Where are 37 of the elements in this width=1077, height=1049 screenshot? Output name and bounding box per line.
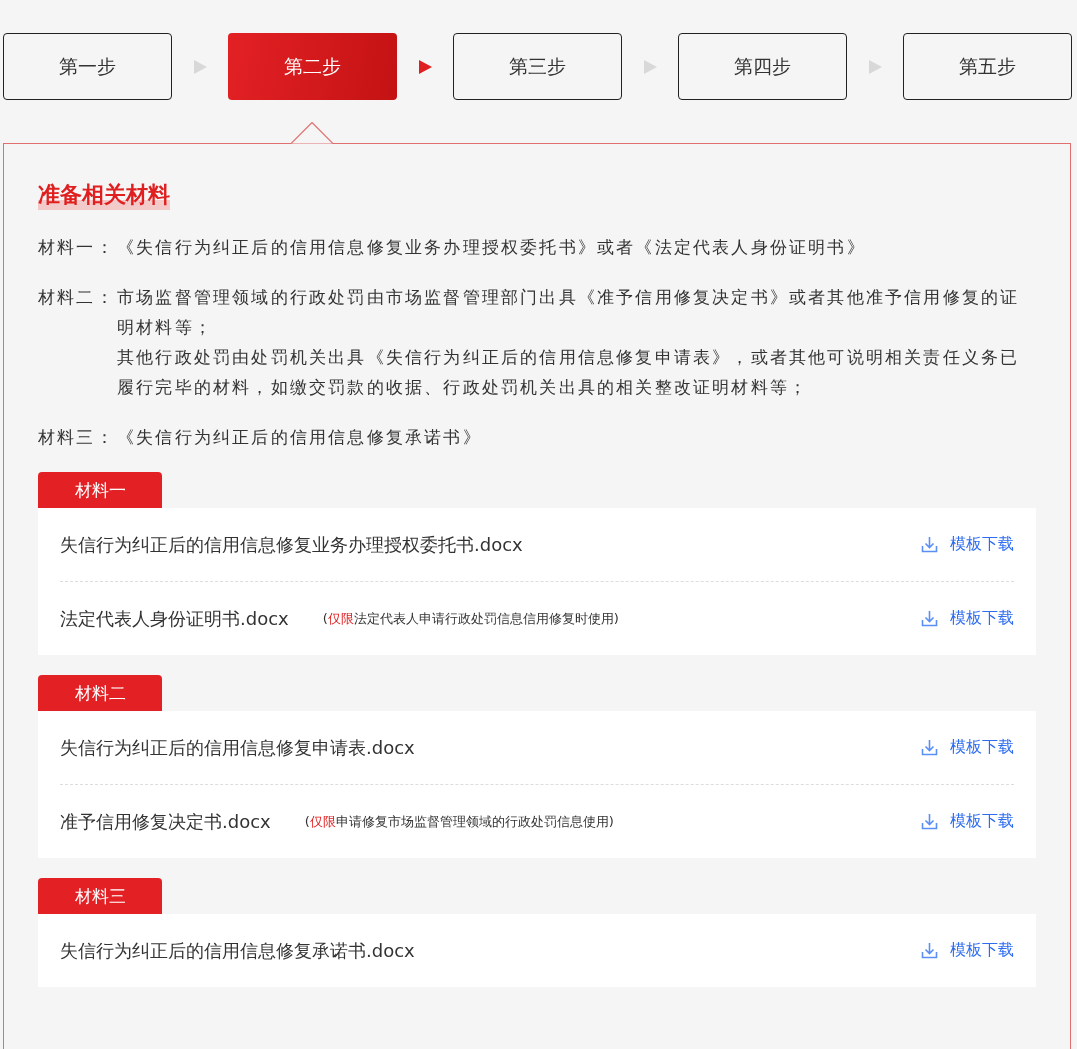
section-title: 准备相关材料 <box>38 180 170 210</box>
step-tab[interactable]: 第一步 <box>3 33 172 100</box>
arrow-icon <box>867 58 883 75</box>
file-name: 失信行为纠正后的信用信息修复承诺书.docx <box>60 938 415 963</box>
material-description: 市场监督管理领域的行政处罚由市场监督管理部门出具《准予信用修复决定书》或者其他准予信用修复的证明材料等； <box>117 286 1021 339</box>
file-name: 失信行为纠正后的信用信息修复业务办理授权委托书.docx <box>60 532 523 557</box>
material-label: 材料二： <box>38 286 116 309</box>
material-description: 其他行政处罚由处罚机关出具《失信行为纠正后的信用信息修复申请表》，或者其他可说明相关责任义务已履行完毕的材料，如缴交罚款的收据、行政处罚机关出具的相关整改证明材料等； <box>117 346 1021 399</box>
download-icon <box>921 536 938 553</box>
material-description: 《失信行为纠正后的信用信息修复业务办理授权委托书》或者《法定代表人身份证明书》 <box>117 236 867 259</box>
step-tab[interactable]: 第五步 <box>903 33 1072 100</box>
download-icon <box>921 610 938 627</box>
material-tag: 材料一 <box>38 472 162 508</box>
material-tag: 材料二 <box>38 675 162 711</box>
material-label: 材料一： <box>38 236 116 259</box>
template-download-link[interactable]: 模板下载 <box>921 737 1014 758</box>
file-name: 准予信用修复决定书.docx <box>60 809 271 834</box>
download-icon <box>921 813 938 830</box>
material-label: 材料三： <box>38 426 116 449</box>
template-download-link[interactable]: 模板下载 <box>921 940 1014 961</box>
file-name: 失信行为纠正后的信用信息修复申请表.docx <box>60 735 415 760</box>
arrow-icon <box>417 58 433 75</box>
arrow-icon <box>642 58 658 75</box>
step-tab[interactable]: 第二步 <box>228 33 397 100</box>
file-name: 法定代表人身份证明书.docx <box>60 606 289 631</box>
download-icon <box>921 739 938 756</box>
arrow-icon <box>192 58 208 75</box>
usage-note: (仅限法定代表人申请行政处罚信息信用修复时使用) <box>322 609 619 628</box>
template-download-link[interactable]: 模板下载 <box>921 811 1014 832</box>
download-icon <box>921 942 938 959</box>
step-tab[interactable]: 第三步 <box>453 33 622 100</box>
template-download-link[interactable]: 模板下载 <box>921 608 1014 629</box>
template-download-link[interactable]: 模板下载 <box>921 534 1014 555</box>
material-description: 《失信行为纠正后的信用信息修复承诺书》 <box>117 426 483 449</box>
material-tag: 材料三 <box>38 878 162 914</box>
step-tab[interactable]: 第四步 <box>678 33 847 100</box>
usage-note: (仅限申请修复市场监督管理领域的行政处罚信息使用) <box>304 812 614 831</box>
